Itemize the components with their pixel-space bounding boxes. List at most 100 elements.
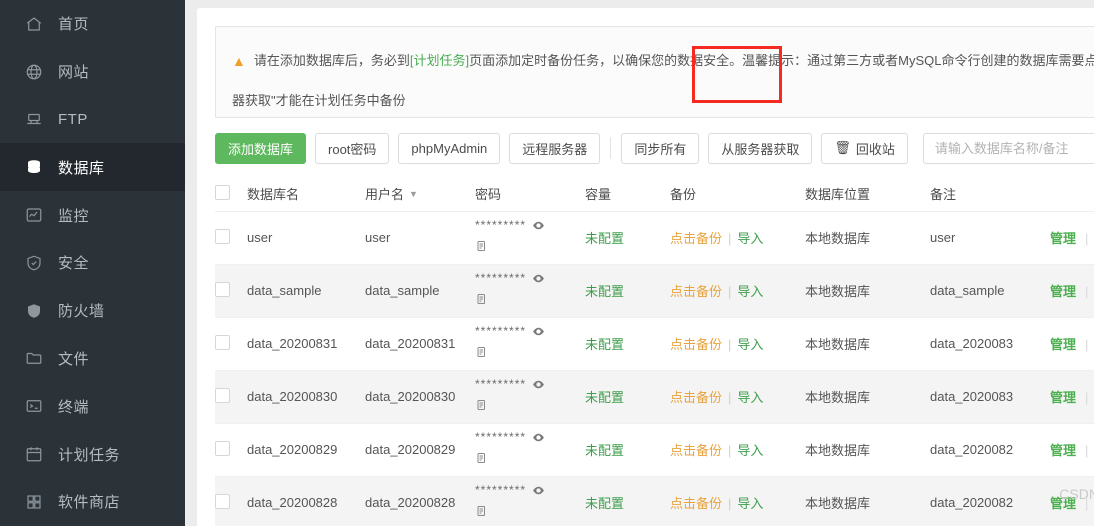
- row-checkbox[interactable]: [215, 228, 230, 244]
- import-link[interactable]: 导入: [737, 231, 763, 246]
- cell-size: 未配置: [585, 264, 670, 318]
- backup-link[interactable]: 点击备份: [670, 337, 722, 352]
- cell-db-name: data_20200829: [247, 423, 365, 477]
- root-password-button[interactable]: root密码: [315, 132, 390, 164]
- backup-separator: |: [728, 390, 732, 405]
- sidebar-item-files[interactable]: 文件: [0, 335, 185, 383]
- backup-separator: |: [728, 231, 732, 246]
- table-row[interactable]: data_20200830 data_20200830 ********* 未配置 点击…: [215, 370, 1094, 424]
- sidebar-item-terminal[interactable]: 终端: [0, 382, 185, 430]
- notice-text-before: 请在添加数据库后，务必到: [253, 53, 410, 68]
- header-db-name: 数据库名: [247, 177, 365, 212]
- cell-actions: 管理 |: [1050, 423, 1094, 477]
- row-checkbox[interactable]: [215, 440, 230, 456]
- table-row[interactable]: data_sample data_sample ********* 未配置 点击备份 | 导…: [215, 264, 1094, 318]
- import-link[interactable]: 导入: [737, 443, 763, 458]
- shield-check-icon: [24, 253, 44, 273]
- home-icon: [24, 14, 44, 34]
- action-separator: |: [1085, 390, 1089, 405]
- copy-icon[interactable]: [475, 398, 585, 415]
- eye-icon[interactable]: [532, 272, 545, 288]
- manage-link[interactable]: 管理: [1050, 231, 1076, 246]
- table-row[interactable]: data_20200831 data_20200831 ********* 未配置 点击…: [215, 317, 1094, 371]
- add-database-button[interactable]: 添加数据库: [215, 132, 307, 164]
- table-row[interactable]: data_20200828 data_20200828 ********* 未配置 点击…: [215, 476, 1094, 526]
- action-separator: |: [1085, 284, 1089, 299]
- warning-triangle-icon: ▲: [232, 53, 246, 69]
- cell-password: *********: [475, 264, 585, 318]
- sidebar-item-website[interactable]: 网站: [0, 48, 185, 96]
- manage-link[interactable]: 管理: [1050, 390, 1076, 405]
- search-input[interactable]: [922, 132, 1094, 164]
- cell-actions: 管理 |: [1050, 370, 1094, 424]
- backup-link[interactable]: 点击备份: [670, 390, 722, 405]
- sidebar-item-cron[interactable]: 计划任务: [0, 430, 185, 478]
- eye-icon[interactable]: [532, 431, 545, 447]
- size-status: 未配置: [585, 390, 625, 405]
- backup-link[interactable]: 点击备份: [670, 496, 722, 511]
- backup-link[interactable]: 点击备份: [670, 443, 722, 458]
- cell-db-name: data_20200831: [247, 317, 365, 371]
- table-header: 数据库名 用户名 ▼ 密码 容量 备份 数据库位置 备注: [215, 177, 1094, 212]
- row-checkbox[interactable]: [215, 387, 230, 403]
- select-all-checkbox[interactable]: [215, 184, 230, 200]
- eye-icon[interactable]: [532, 378, 545, 394]
- eye-icon[interactable]: [532, 219, 545, 235]
- notice-link[interactable]: [计划任务]: [410, 53, 469, 68]
- sidebar-item-label: 网站: [58, 64, 90, 82]
- copy-icon[interactable]: [475, 292, 585, 309]
- backup-link[interactable]: 点击备份: [670, 231, 722, 246]
- import-link[interactable]: 导入: [737, 496, 763, 511]
- grid-icon: [24, 492, 44, 512]
- header-note: 备注: [930, 177, 1050, 212]
- toolbar-divider: [610, 137, 612, 159]
- cell-note: data_2020082: [930, 476, 1050, 526]
- copy-icon[interactable]: [475, 345, 585, 362]
- shield-filled-icon: [24, 301, 44, 321]
- header-username[interactable]: 用户名 ▼: [365, 177, 475, 212]
- cell-location: 本地数据库: [805, 423, 930, 477]
- sidebar-item-appstore[interactable]: 软件商店: [0, 478, 185, 526]
- row-checkbox[interactable]: [215, 281, 230, 297]
- sidebar-item-label: 终端: [58, 398, 90, 416]
- import-link[interactable]: 导入: [737, 390, 763, 405]
- copy-icon[interactable]: [475, 239, 585, 256]
- notice-line-two: 器获取"才能在计划任务中备份: [232, 93, 406, 108]
- row-checkbox[interactable]: [215, 493, 230, 509]
- phpmyadmin-button[interactable]: phpMyAdmin: [398, 132, 501, 164]
- backup-link[interactable]: 点击备份: [670, 284, 722, 299]
- table-row[interactable]: user user ********* 未配置 点击备份 | 导入 本地数据库 user 管理 |: [215, 211, 1094, 265]
- remote-server-button[interactable]: 远程服务器: [509, 132, 601, 164]
- eye-icon[interactable]: [532, 484, 545, 500]
- row-checkbox[interactable]: [215, 334, 230, 350]
- sidebar-item-ftp[interactable]: FTP: [0, 96, 185, 144]
- cell-password: *********: [475, 476, 585, 526]
- size-status: 未配置: [585, 443, 625, 458]
- sync-all-button[interactable]: 同步所有: [621, 132, 700, 164]
- password-mask: *********: [475, 377, 527, 392]
- sort-desc-icon[interactable]: ▼: [409, 189, 418, 199]
- sidebar-item-database[interactable]: 数据库: [0, 143, 185, 192]
- cell-db-name: data_20200830: [247, 370, 365, 424]
- sidebar-item-home[interactable]: 首页: [0, 0, 185, 48]
- header-username-label: 用户名: [365, 187, 405, 203]
- ftp-icon: [24, 109, 44, 129]
- manage-link[interactable]: 管理: [1050, 443, 1076, 458]
- sidebar-item-firewall[interactable]: 防火墙: [0, 287, 185, 335]
- recycle-bin-button[interactable]: 🗑 回收站: [821, 132, 908, 164]
- sidebar-item-security[interactable]: 安全: [0, 239, 185, 287]
- cell-backup: 点击备份 | 导入: [670, 370, 805, 424]
- cell-backup: 点击备份 | 导入: [670, 476, 805, 526]
- manage-link[interactable]: 管理: [1050, 337, 1076, 352]
- import-link[interactable]: 导入: [737, 337, 763, 352]
- copy-icon[interactable]: [475, 504, 585, 521]
- globe-icon: [24, 62, 44, 82]
- sidebar-item-monitor[interactable]: 监控: [0, 191, 185, 239]
- fetch-from-server-button[interactable]: 从服务器获取: [708, 132, 813, 164]
- import-link[interactable]: 导入: [737, 284, 763, 299]
- eye-icon[interactable]: [532, 325, 545, 341]
- manage-link[interactable]: 管理: [1050, 284, 1076, 299]
- copy-icon[interactable]: [475, 451, 585, 468]
- row-checkbox-cell: [215, 476, 247, 526]
- table-row[interactable]: data_20200829 data_20200829 ********* 未配置 点击…: [215, 423, 1094, 477]
